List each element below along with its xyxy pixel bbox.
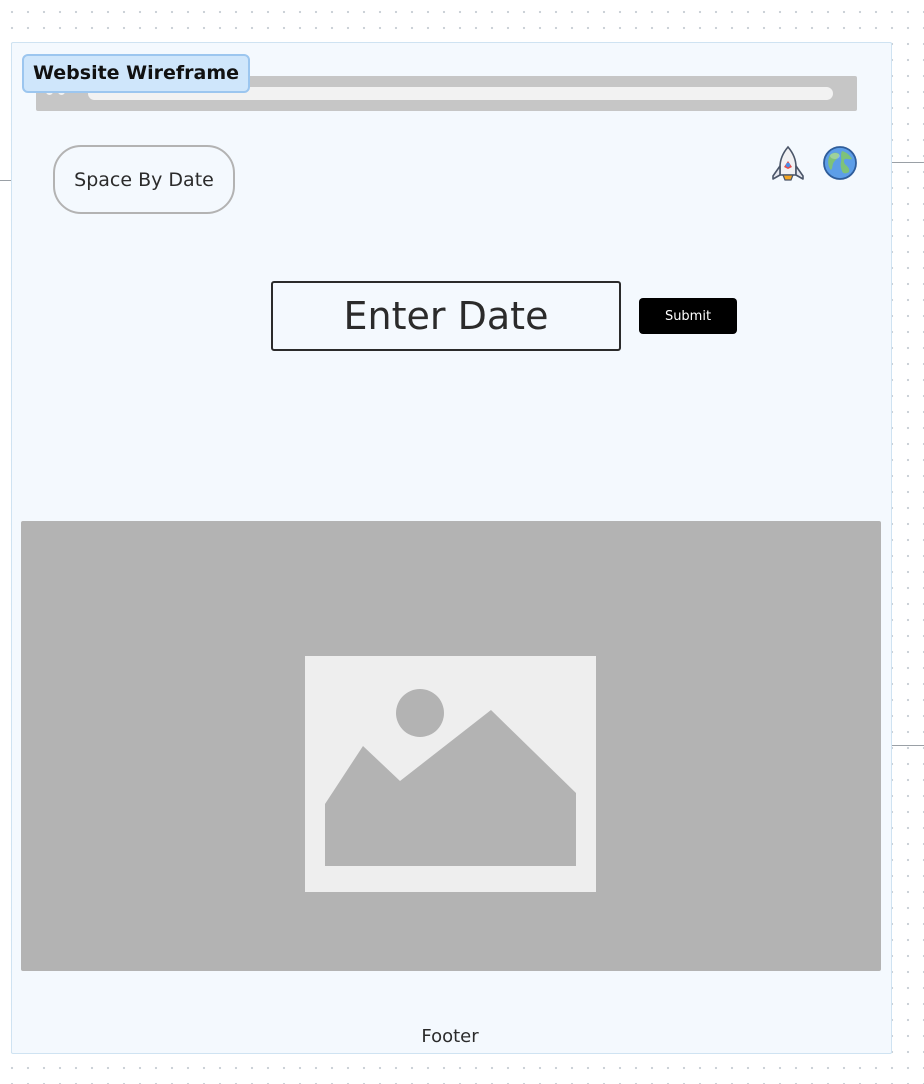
frame-label[interactable]: Website Wireframe	[22, 54, 251, 93]
rocket-icon[interactable]	[770, 145, 806, 183]
submit-button[interactable]: Submit	[639, 298, 737, 334]
globe-icon[interactable]	[822, 145, 858, 181]
image-placeholder-icon	[305, 656, 596, 892]
hero-image-placeholder[interactable]	[21, 521, 881, 971]
date-input[interactable]: Enter Date	[271, 281, 621, 351]
site-logo[interactable]: Space By Date	[53, 145, 235, 214]
footer-text: Footer	[421, 1026, 479, 1047]
connector-curve-right-top	[908, 140, 924, 163]
